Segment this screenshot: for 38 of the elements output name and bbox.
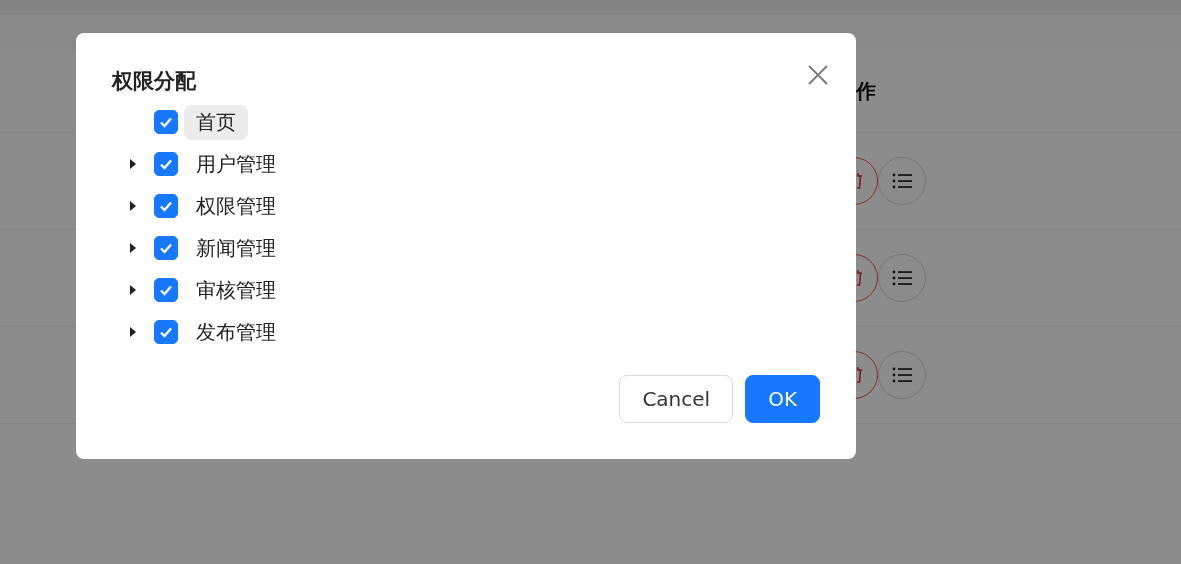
check-icon xyxy=(160,200,172,212)
column-header: 作 xyxy=(856,77,876,105)
check-icon xyxy=(160,326,172,338)
tree-item[interactable]: 审核管理 xyxy=(184,272,288,308)
list-icon xyxy=(891,365,913,385)
list-button[interactable] xyxy=(878,254,926,302)
close-button[interactable] xyxy=(808,65,828,85)
ok-button[interactable]: OK xyxy=(745,375,820,423)
cancel-button[interactable]: Cancel xyxy=(619,375,734,423)
tree-item[interactable]: 权限管理 xyxy=(184,188,288,224)
close-icon xyxy=(808,65,828,85)
caret-icon[interactable] xyxy=(129,326,137,338)
checkbox[interactable] xyxy=(154,152,178,176)
tree-item[interactable]: 新闻管理 xyxy=(184,230,288,266)
caret-icon[interactable] xyxy=(129,284,137,296)
tree-item[interactable]: 用户管理 xyxy=(184,146,288,182)
list-button[interactable] xyxy=(878,351,926,399)
tree-item[interactable]: 发布管理 xyxy=(184,314,288,350)
check-icon xyxy=(160,116,172,128)
trash-icon xyxy=(857,367,863,383)
caret-icon[interactable] xyxy=(129,200,137,212)
checkbox[interactable] xyxy=(154,278,178,302)
list-button[interactable] xyxy=(878,157,926,205)
trash-icon xyxy=(857,173,863,189)
checkbox[interactable] xyxy=(154,194,178,218)
caret-icon[interactable] xyxy=(129,158,137,170)
dialog-title: 权限分配 xyxy=(112,68,196,95)
list-icon xyxy=(891,268,913,288)
check-icon xyxy=(160,284,172,296)
checkbox[interactable] xyxy=(154,110,178,134)
check-icon xyxy=(160,242,172,254)
list-icon xyxy=(891,171,913,191)
caret-icon[interactable] xyxy=(129,242,137,254)
check-icon xyxy=(160,158,172,170)
checkbox[interactable] xyxy=(154,320,178,344)
trash-icon xyxy=(857,270,863,286)
checkbox[interactable] xyxy=(154,236,178,260)
tree-item[interactable]: 首页 xyxy=(184,104,248,140)
